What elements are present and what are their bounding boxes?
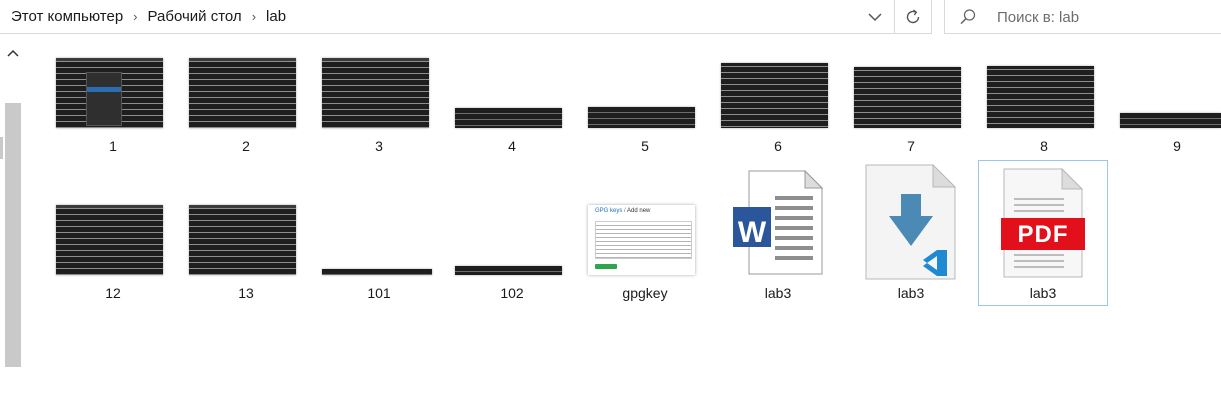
chevron-up-icon xyxy=(7,49,19,57)
window-titlebar xyxy=(56,58,163,61)
file-thumbnail xyxy=(322,58,429,128)
file-thumbnail xyxy=(1120,113,1221,128)
file-item[interactable]: W lab3 xyxy=(718,160,838,308)
chevron-down-icon xyxy=(868,12,882,21)
file-item-selected[interactable]: PDF lab3 xyxy=(978,160,1108,306)
vertical-scrollbar[interactable] xyxy=(4,40,22,400)
file-thumbnail xyxy=(56,58,163,128)
file-item[interactable]: 102 xyxy=(452,198,572,308)
scrollbar-marker xyxy=(0,137,3,159)
breadcrumb-this-pc[interactable]: Этот компьютер xyxy=(11,8,123,25)
file-thumbnail xyxy=(455,266,562,275)
chevron-right-icon[interactable]: › xyxy=(133,9,137,24)
file-item[interactable]: 5 xyxy=(585,50,705,160)
file-item[interactable]: 12 xyxy=(53,198,173,308)
breadcrumb-lab[interactable]: lab xyxy=(266,8,286,25)
search-input[interactable] xyxy=(995,6,1214,28)
file-thumbnail xyxy=(322,269,432,275)
file-name: 3 xyxy=(375,138,383,154)
file-item[interactable]: 7 xyxy=(851,50,971,160)
file-thumbnail xyxy=(721,63,828,128)
file-name: gpgkey xyxy=(622,285,668,301)
file-item[interactable]: 101 xyxy=(319,198,439,308)
file-name: 2 xyxy=(242,138,250,154)
file-item[interactable]: 6 xyxy=(718,50,838,160)
search-icon xyxy=(960,9,976,25)
window-titlebar xyxy=(189,58,296,61)
file-name: lab3 xyxy=(897,285,925,301)
file-thumbnail xyxy=(854,67,961,128)
file-item[interactable]: 1 xyxy=(53,50,173,160)
file-name: 7 xyxy=(907,138,915,154)
gpg-thumb-subtitle: Add new xyxy=(627,208,651,214)
file-item[interactable]: 2 xyxy=(186,50,306,160)
search-box[interactable] xyxy=(944,0,1221,34)
gpg-thumb-key-field xyxy=(595,221,692,259)
file-name: 8 xyxy=(1040,138,1048,154)
file-name: 101 xyxy=(367,285,391,301)
file-name: 9 xyxy=(1173,138,1181,154)
gpg-thumb-button xyxy=(595,264,617,269)
file-name: 102 xyxy=(500,285,524,301)
refresh-icon xyxy=(906,8,920,23)
file-item[interactable]: 4 xyxy=(452,50,572,160)
gpg-thumb-title-text: GPG keys xyxy=(595,208,623,214)
gpg-thumb-title: GPG keys / Add new xyxy=(595,208,651,214)
breadcrumb-desktop[interactable]: Рабочий стол xyxy=(148,8,242,25)
file-thumbnail xyxy=(56,205,163,275)
chevron-right-icon[interactable]: › xyxy=(252,9,256,24)
file-name: lab3 xyxy=(1029,285,1057,301)
file-thumbnail: GPG keys / Add new xyxy=(588,205,695,275)
file-thumbnail xyxy=(588,107,695,128)
context-menu-preview xyxy=(86,72,122,126)
vscode-file-icon xyxy=(865,164,957,280)
file-item[interactable]: GPG keys / Add new gpgkey xyxy=(585,198,705,308)
file-item[interactable]: 9 xyxy=(1117,50,1221,160)
window-titlebar xyxy=(56,205,163,208)
scroll-up-button[interactable] xyxy=(4,44,22,62)
scrollbar-thumb[interactable] xyxy=(5,103,21,367)
file-thumbnail xyxy=(455,108,562,128)
file-item[interactable]: 13 xyxy=(186,198,306,308)
file-thumbnail xyxy=(189,58,296,128)
window-titlebar xyxy=(322,58,429,61)
window-titlebar xyxy=(189,205,296,208)
file-name: 6 xyxy=(774,138,782,154)
address-bar[interactable]: Этот компьютер › Рабочий стол › lab xyxy=(0,0,932,34)
file-name: 5 xyxy=(641,138,649,154)
refresh-button[interactable] xyxy=(895,0,931,33)
file-name: 12 xyxy=(105,285,121,301)
address-history-button[interactable] xyxy=(860,0,890,33)
menu-highlight xyxy=(87,87,121,92)
file-item[interactable]: 8 xyxy=(984,50,1104,160)
word-badge-letter: W xyxy=(737,216,767,249)
breadcrumb: Этот компьютер › Рабочий стол › lab xyxy=(11,0,286,33)
file-item[interactable]: 3 xyxy=(319,50,439,160)
file-item[interactable]: lab3 xyxy=(851,160,971,308)
file-thumbnail xyxy=(189,205,296,275)
file-thumbnail xyxy=(987,66,1094,128)
file-name: 4 xyxy=(508,138,516,154)
file-name: 1 xyxy=(109,138,117,154)
file-name: lab3 xyxy=(764,285,792,301)
pdf-badge-label: PDF xyxy=(1017,221,1069,248)
file-name: 13 xyxy=(238,285,254,301)
